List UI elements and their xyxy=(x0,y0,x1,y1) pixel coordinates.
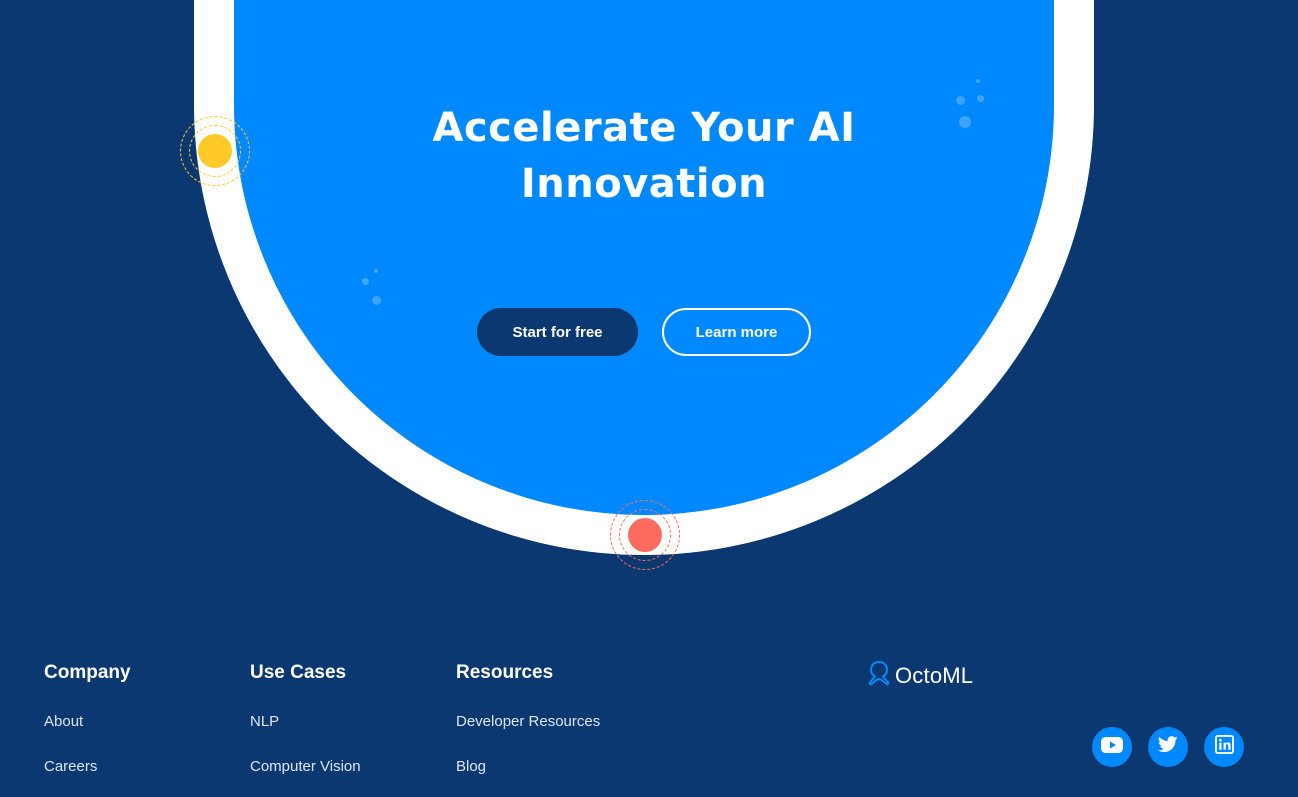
footer-heading-use-cases: Use Cases xyxy=(250,662,347,683)
yellow-dot xyxy=(198,134,232,168)
coral-dot xyxy=(628,518,662,552)
footer-column-use-cases: Use Cases xyxy=(250,660,346,686)
youtube-icon xyxy=(1101,736,1123,758)
footer-column-resources: Resources xyxy=(456,660,553,686)
footer-link-computer-vision[interactable]: Computer Vision xyxy=(250,757,361,777)
logo-text: OctoML xyxy=(895,662,974,688)
footer-link-careers[interactable]: Careers xyxy=(44,757,97,777)
start-for-free-button[interactable]: Start for free xyxy=(477,308,638,356)
bubble xyxy=(374,269,378,273)
bubble xyxy=(372,296,381,305)
footer-column-company: Company xyxy=(44,660,131,686)
bubble xyxy=(956,96,965,105)
page: Accelerate Your AI Innovation Start for … xyxy=(0,0,1298,797)
hero-title-line1: Accelerate Your AI xyxy=(432,105,856,151)
bubble xyxy=(959,116,971,128)
youtube-button[interactable] xyxy=(1092,727,1132,767)
octoml-logo[interactable]: OctoML xyxy=(867,659,973,692)
octopus-logo-icon xyxy=(867,659,891,692)
learn-more-button[interactable]: Learn more xyxy=(662,308,811,356)
linkedin-icon xyxy=(1214,735,1234,759)
footer-link-nlp[interactable]: NLP xyxy=(250,712,279,732)
bubble xyxy=(362,278,369,285)
footer-link-about[interactable]: About xyxy=(44,712,83,732)
twitter-button[interactable] xyxy=(1148,727,1188,767)
hero-title: Accelerate Your AI Innovation xyxy=(344,100,944,212)
bubble xyxy=(976,79,980,83)
bubble xyxy=(977,95,984,102)
footer-link-blog[interactable]: Blog xyxy=(456,757,486,777)
hero-title-line2: Innovation xyxy=(520,161,768,207)
twitter-icon xyxy=(1157,736,1178,758)
footer-link-developer-resources[interactable]: Developer Resources xyxy=(456,712,600,732)
linkedin-button[interactable] xyxy=(1204,727,1244,767)
footer-heading-company: Company xyxy=(44,662,131,683)
footer-heading-resources: Resources xyxy=(456,662,554,683)
